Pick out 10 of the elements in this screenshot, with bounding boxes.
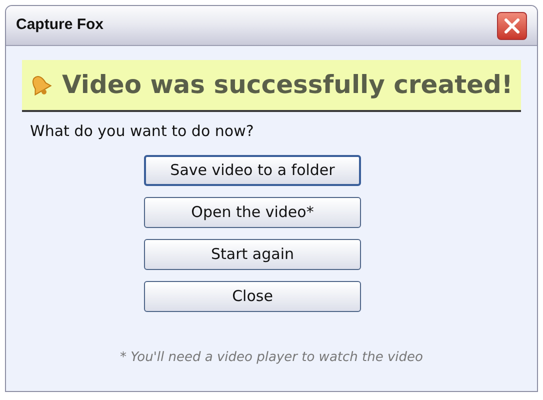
close-button[interactable] bbox=[497, 12, 527, 40]
question-text: What do you want to do now? bbox=[30, 121, 255, 142]
action-button[interactable]: Open the video* bbox=[144, 196, 361, 228]
action-button[interactable]: Start again bbox=[144, 238, 361, 270]
action-button[interactable]: Close bbox=[144, 280, 361, 312]
success-message: Video was successfully created! bbox=[62, 69, 513, 102]
action-button[interactable]: Save video to a folder bbox=[144, 154, 361, 186]
close-icon bbox=[504, 18, 520, 34]
window-title: Capture Fox bbox=[16, 15, 104, 36]
footnote-text: * You'll need a video player to watch the video bbox=[119, 348, 424, 366]
